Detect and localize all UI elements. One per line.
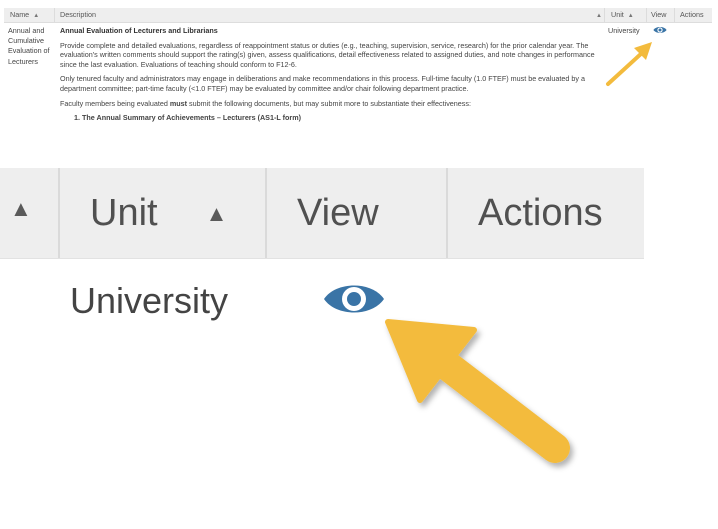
column-header-actions[interactable]: Actions bbox=[446, 168, 603, 258]
description-paragraph: Provide complete and detailed evaluation… bbox=[60, 40, 595, 69]
column-header-unit[interactable]: Unit ▲ bbox=[58, 168, 227, 258]
description-paragraph: Only tenured faculty and administrators … bbox=[60, 74, 585, 93]
column-header-view[interactable]: View bbox=[265, 168, 379, 258]
table-header-zoomed: ▲ Unit ▲ View Actions bbox=[0, 168, 644, 259]
sort-up-icon[interactable]: ▲ bbox=[592, 8, 602, 22]
sort-up-icon[interactable]: ▲ bbox=[33, 13, 39, 19]
policy-title: Annual Evaluation of Lecturers and Libra… bbox=[60, 26, 218, 35]
document-list-item: 1. The Annual Summary of Achievements – … bbox=[74, 113, 301, 122]
eye-icon[interactable] bbox=[653, 25, 667, 35]
description-table-preview: Name ▲ Description ▲ Unit ▲ View Actions A… bbox=[4, 8, 712, 122]
description-paragraph: Faculty members being evaluated must sub… bbox=[60, 98, 471, 108]
column-header-unit[interactable]: Unit ▲ bbox=[604, 8, 634, 22]
column-header-view[interactable]: View bbox=[646, 8, 666, 22]
policy-description: Annual Evaluation of Lecturers and Libra… bbox=[60, 26, 600, 122]
table-header: Name ▲ Description ▲ Unit ▲ View Actions bbox=[4, 8, 712, 23]
column-header-actions[interactable]: Actions bbox=[674, 8, 704, 22]
sort-up-icon[interactable]: ▲ bbox=[628, 13, 634, 19]
column-header-description[interactable]: Description bbox=[54, 8, 96, 22]
sort-up-icon[interactable]: ▲ bbox=[206, 201, 228, 226]
unit-value: University bbox=[608, 26, 640, 35]
policy-name: Annual and Cumulative Evaluation of Lect… bbox=[8, 26, 50, 66]
sort-up-icon[interactable]: ▲ bbox=[10, 196, 32, 221]
unit-value: University bbox=[70, 280, 229, 321]
eye-icon[interactable] bbox=[322, 278, 386, 320]
column-header-name[interactable]: Name ▲ bbox=[10, 8, 39, 22]
